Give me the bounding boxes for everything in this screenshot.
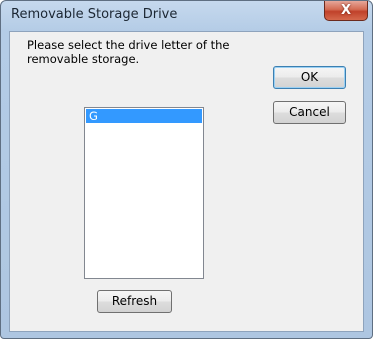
window-title: Removable Storage Drive (11, 7, 178, 22)
drive-listbox[interactable]: G (84, 107, 204, 279)
title-bar[interactable]: Removable Storage Drive X (1, 1, 372, 31)
dialog-window: Removable Storage Drive X Please select … (0, 0, 373, 339)
ok-button[interactable]: OK (273, 66, 346, 89)
cancel-button[interactable]: Cancel (273, 101, 346, 124)
close-button[interactable]: X (324, 1, 368, 21)
dialog-client-area: Please select the drive letter of the re… (9, 31, 364, 332)
prompt-text: Please select the drive letter of the re… (27, 38, 257, 66)
refresh-button[interactable]: Refresh (97, 290, 172, 313)
prompt-line-1: Please select the drive letter of the (27, 38, 230, 52)
close-icon: X (340, 3, 352, 18)
prompt-line-2: removable storage. (27, 52, 140, 66)
drive-list-item-selected[interactable]: G (86, 109, 202, 123)
